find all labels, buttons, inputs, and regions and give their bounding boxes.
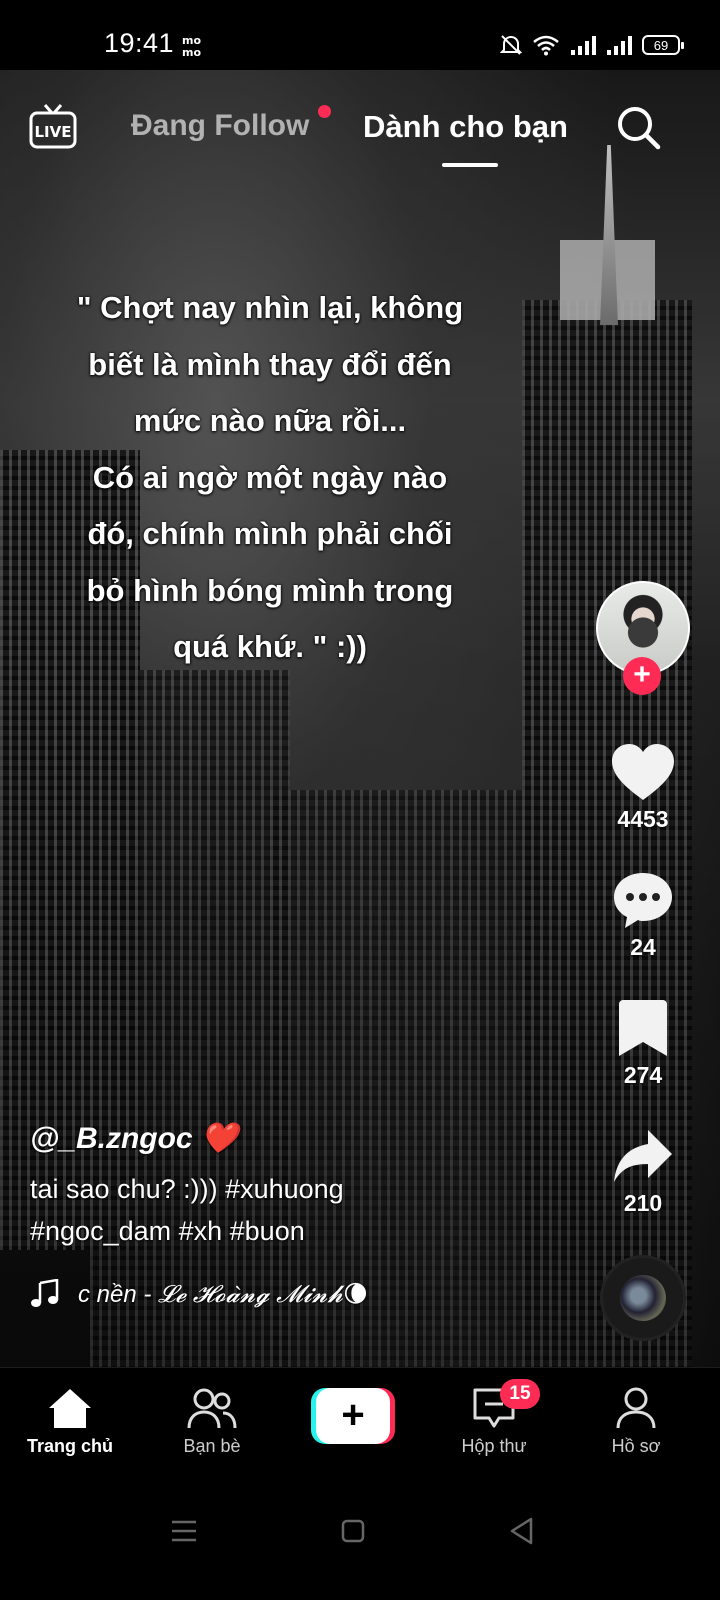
wifi-icon — [533, 35, 559, 56]
plus-icon: + — [316, 1388, 390, 1444]
nav-inbox-label: Hộp thư — [461, 1436, 527, 1456]
music-cover — [620, 1275, 666, 1321]
video-caption-text: " Chợt nay nhìn lại, không biết là mình … — [76, 290, 464, 664]
post-description[interactable]: tai sao chu? :))) #xuhuong #ngoc_dam #xh… — [30, 1168, 450, 1252]
comment-button[interactable]: 24 — [604, 870, 682, 961]
profile-icon — [616, 1387, 656, 1429]
nav-friends-label: Bạn bè — [183, 1436, 241, 1456]
create-button[interactable]: + — [311, 1388, 395, 1444]
share-button[interactable]: 210 — [604, 1128, 682, 1217]
search-icon[interactable] — [614, 103, 662, 151]
status-time: 19:41 — [104, 28, 175, 58]
like-count: 4453 — [617, 806, 669, 832]
follow-plus-button[interactable]: + — [623, 657, 661, 695]
top-nav: LIVE Đang Follow Dành cho bạn — [0, 95, 720, 175]
comment-icon — [614, 873, 672, 928]
menu-icon[interactable] — [164, 1511, 204, 1551]
svg-text:mo: mo — [182, 46, 201, 57]
heart-icon — [612, 744, 674, 800]
signal-icon — [571, 36, 596, 55]
status-icons: 69 — [500, 30, 684, 60]
like-button[interactable]: 4453 — [604, 742, 682, 833]
comment-count: 24 — [630, 934, 656, 960]
live-icon[interactable]: LIVE — [28, 103, 78, 151]
back-icon[interactable] — [502, 1511, 542, 1551]
share-icon — [614, 1130, 672, 1182]
following-notification-dot — [318, 105, 331, 118]
nav-home[interactable]: Trang chủ — [10, 1386, 130, 1457]
share-count: 210 — [623, 1190, 663, 1216]
battery-icon: 69 — [642, 35, 684, 55]
music-note-icon — [31, 1279, 59, 1307]
system-nav — [0, 1477, 720, 1600]
creator-username[interactable]: @_B.zngoc ❤️ — [30, 1121, 238, 1156]
nav-friends[interactable]: Bạn bè — [152, 1386, 272, 1457]
home-icon — [49, 1389, 91, 1428]
bottom-nav: Trang chủ Bạn bè + Hộp thư 15 Hồ sơ — [0, 1367, 720, 1477]
friends-icon — [187, 1388, 237, 1429]
mute-bell-icon — [500, 35, 522, 55]
active-tab-indicator — [442, 163, 498, 167]
music-info[interactable]: c nền - 𝓛𝓮 𝓗𝓸𝓪̀𝓷𝓰 𝓜𝓲𝓷𝓱🌘 — [30, 1276, 368, 1312]
status-bar: 19:41 mo mo 69 — [0, 0, 720, 70]
nav-home-label: Trang chủ — [26, 1436, 113, 1456]
creator-avatar[interactable]: + — [596, 581, 690, 695]
tab-following[interactable]: Đang Follow — [131, 109, 309, 143]
bookmark-button[interactable]: 274 — [604, 998, 682, 1089]
live-label: LIVE — [35, 123, 72, 141]
nav-profile[interactable]: Hồ sơ — [576, 1386, 696, 1457]
music-title: c nền - 𝓛𝓮 𝓗𝓸𝓪̀𝓷𝓰 𝓜𝓲𝓷𝓱🌘 — [78, 1280, 369, 1308]
nav-profile-label: Hồ sơ — [611, 1436, 661, 1456]
bookmark-icon — [619, 1000, 667, 1056]
inbox-badge: 15 — [500, 1379, 540, 1409]
music-disc[interactable] — [600, 1255, 686, 1341]
save-count: 274 — [623, 1062, 663, 1088]
momo-icon: mo mo — [182, 34, 201, 57]
signal-icon-2 — [607, 36, 632, 55]
tab-for-you[interactable]: Dành cho bạn — [363, 109, 568, 145]
home-square-icon[interactable] — [333, 1511, 373, 1551]
